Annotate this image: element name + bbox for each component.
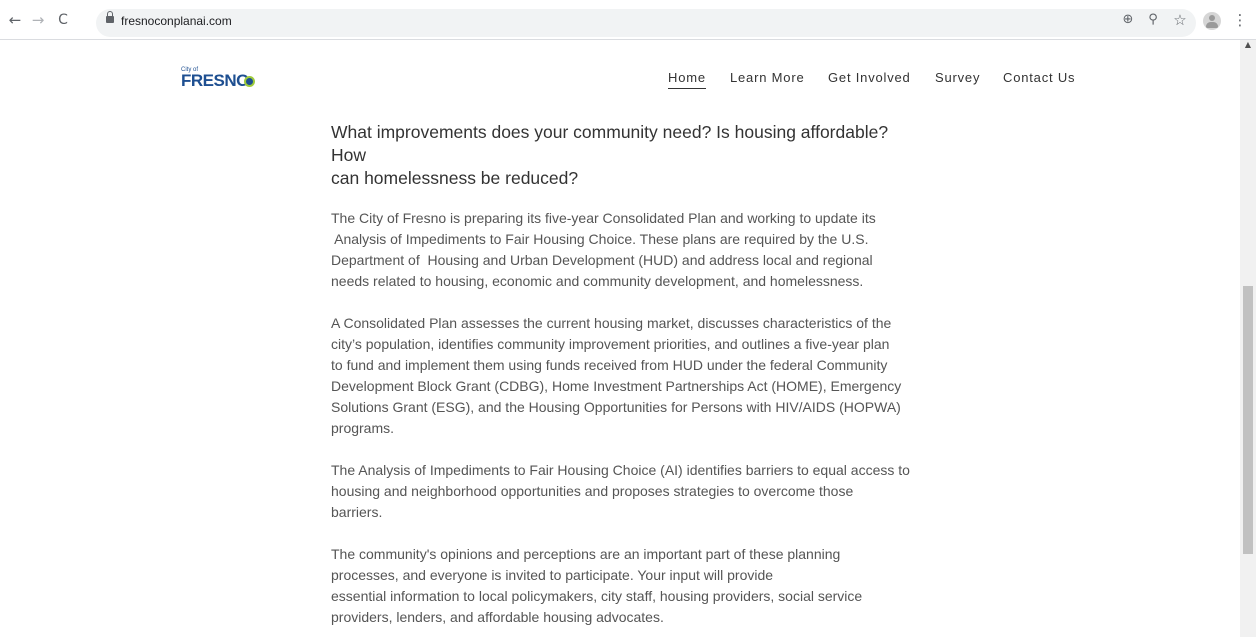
address-bar[interactable]: [96, 9, 1196, 37]
install-icon[interactable]: ⊕: [1118, 10, 1138, 30]
url-text[interactable]: fresnoconplanai.com: [121, 14, 232, 28]
text-line: to fund and implement them using funds r…: [331, 357, 888, 373]
headline-line: can homelessness be reduced?: [331, 168, 579, 188]
zoom-icon[interactable]: ⚲: [1143, 10, 1163, 30]
consolidated-plan-paragraph: A Consolidated Plan assesses the current…: [331, 313, 931, 439]
text-line: Development Block Grant (CDBG), Home Inv…: [331, 378, 902, 394]
main-content: What improvements does your community ne…: [331, 121, 931, 628]
text-line: city’s population, identifies community …: [331, 336, 890, 352]
text-line: A Consolidated Plan assesses the current…: [331, 315, 892, 331]
forward-icon[interactable]: →: [28, 10, 48, 30]
text-line: housing and neighborhood opportunities a…: [331, 483, 854, 499]
text-line: Department of Housing and Urban Developm…: [331, 252, 873, 268]
text-line: Analysis of Impediments to Fair Housing …: [331, 231, 869, 247]
nav-get-involved[interactable]: Get Involved: [828, 70, 911, 85]
nav-learn-more[interactable]: Learn More: [730, 70, 804, 85]
text-line: The Analysis of Impediments to Fair Hous…: [331, 462, 910, 478]
browser-menu-icon[interactable]: ⋮: [1230, 10, 1250, 30]
analysis-of-impediments-paragraph: The Analysis of Impediments to Fair Hous…: [331, 460, 931, 523]
community-input-paragraph: The community's opinions and perceptions…: [331, 544, 931, 628]
reload-icon[interactable]: C: [53, 10, 73, 30]
nav-home[interactable]: Home: [668, 70, 706, 89]
back-icon[interactable]: ←: [5, 10, 25, 30]
text-line: The City of Fresno is preparing its five…: [331, 210, 876, 226]
intro-paragraph: The City of Fresno is preparing its five…: [331, 208, 931, 292]
bookmark-star-icon[interactable]: ☆: [1170, 10, 1190, 30]
text-line: barriers.: [331, 504, 383, 520]
browser-toolbar: ← → C fresnoconplanai.com ⊕ ⚲ ☆ ⋮: [0, 0, 1256, 40]
headline-line: What improvements does your community ne…: [331, 122, 889, 165]
text-line: providers, lenders, and affordable housi…: [331, 609, 664, 625]
text-line: needs related to housing, economic and c…: [331, 273, 864, 289]
page-headline: What improvements does your community ne…: [331, 121, 921, 190]
text-line: The community's opinions and perceptions…: [331, 546, 841, 562]
nav-contact-us[interactable]: Contact Us: [1003, 70, 1075, 85]
scrollbar-thumb[interactable]: [1243, 286, 1253, 554]
scroll-up-arrow-icon[interactable]: ▲: [1240, 40, 1256, 50]
text-line: programs.: [331, 420, 395, 436]
text-line: essential information to local policymak…: [331, 588, 863, 604]
text-line: processes, and everyone is invited to pa…: [331, 567, 774, 583]
profile-avatar-icon[interactable]: [1203, 12, 1221, 30]
text-line: Solutions Grant (ESG), and the Housing O…: [331, 399, 901, 415]
nav-survey[interactable]: Survey: [935, 70, 980, 85]
lock-icon[interactable]: [106, 11, 114, 23]
site-navigation: Home Learn More Get Involved Survey Cont…: [0, 70, 1240, 90]
